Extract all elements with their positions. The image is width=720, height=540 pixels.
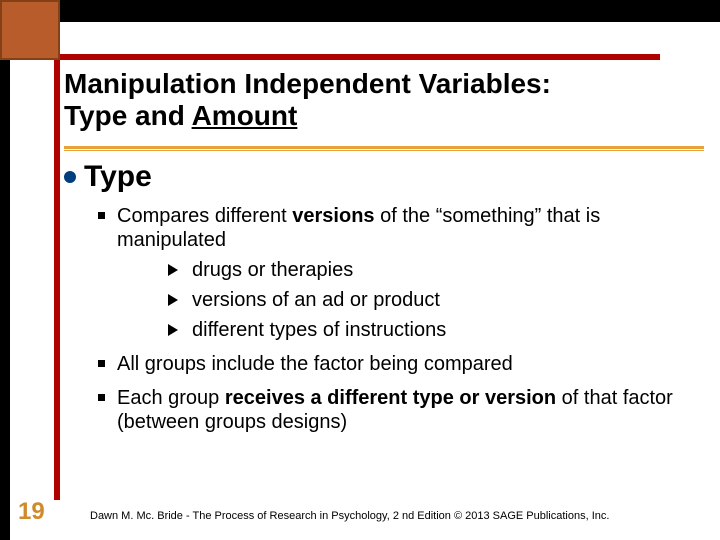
bullet-3-text: Each group receives a different type or …: [117, 386, 704, 434]
sub-item-3-text: different types of instructions: [192, 318, 446, 342]
title-line1: Manipulation Independent Variables:: [64, 68, 551, 99]
bullet-1-pre: Compares different: [117, 205, 292, 227]
bullet-square-icon: [98, 360, 105, 367]
slide-title: Manipulation Independent Variables: Type…: [64, 68, 704, 132]
sub-item-2: versions of an ad or product: [168, 288, 704, 312]
section-heading-text: Type: [84, 160, 152, 194]
red-rule-vertical: [54, 60, 60, 500]
bullet-item-2: All groups include the factor being comp…: [98, 352, 704, 376]
sub-item-2-text: versions of an ad or product: [192, 288, 440, 312]
top-strip-decor: [0, 0, 720, 22]
footer-citation: Dawn M. Mc. Bride - The Process of Resea…: [90, 510, 609, 522]
bullet-arrow-icon: [168, 324, 178, 336]
bullet-square-icon: [98, 394, 105, 401]
slide: Manipulation Independent Variables: Type…: [0, 0, 720, 540]
content-body: Type Compares different versions of the …: [64, 160, 704, 440]
bullet-square-icon: [98, 212, 105, 219]
bullet-3-pre: Each group: [117, 387, 225, 409]
bullet-disc-icon: [64, 171, 76, 183]
red-rule-horizontal: [10, 54, 660, 60]
bullet-1-strong: versions: [292, 205, 374, 227]
bullet-arrow-icon: [168, 264, 178, 276]
section-heading: Type: [64, 160, 704, 194]
bullet-item-1: Compares different versions of the “some…: [98, 204, 704, 252]
title-line2-underlined: Amount: [192, 100, 298, 131]
bullet-2-text: All groups include the factor being comp…: [117, 352, 513, 376]
sub-item-1: drugs or therapies: [168, 258, 704, 282]
bullet-arrow-icon: [168, 294, 178, 306]
sub-item-3: different types of instructions: [168, 318, 704, 342]
side-strip-decor: [0, 60, 10, 540]
bullet-3-strong: receives a different type or version: [225, 387, 556, 409]
page-number: 19: [18, 498, 45, 526]
title-line2-plain: Type and: [64, 100, 192, 131]
bullet-item-3: Each group receives a different type or …: [98, 386, 704, 434]
orange-divider: [64, 146, 704, 150]
bullet-1-text: Compares different versions of the “some…: [117, 204, 704, 252]
corner-square-decor: [0, 0, 60, 60]
sub-item-1-text: drugs or therapies: [192, 258, 353, 282]
